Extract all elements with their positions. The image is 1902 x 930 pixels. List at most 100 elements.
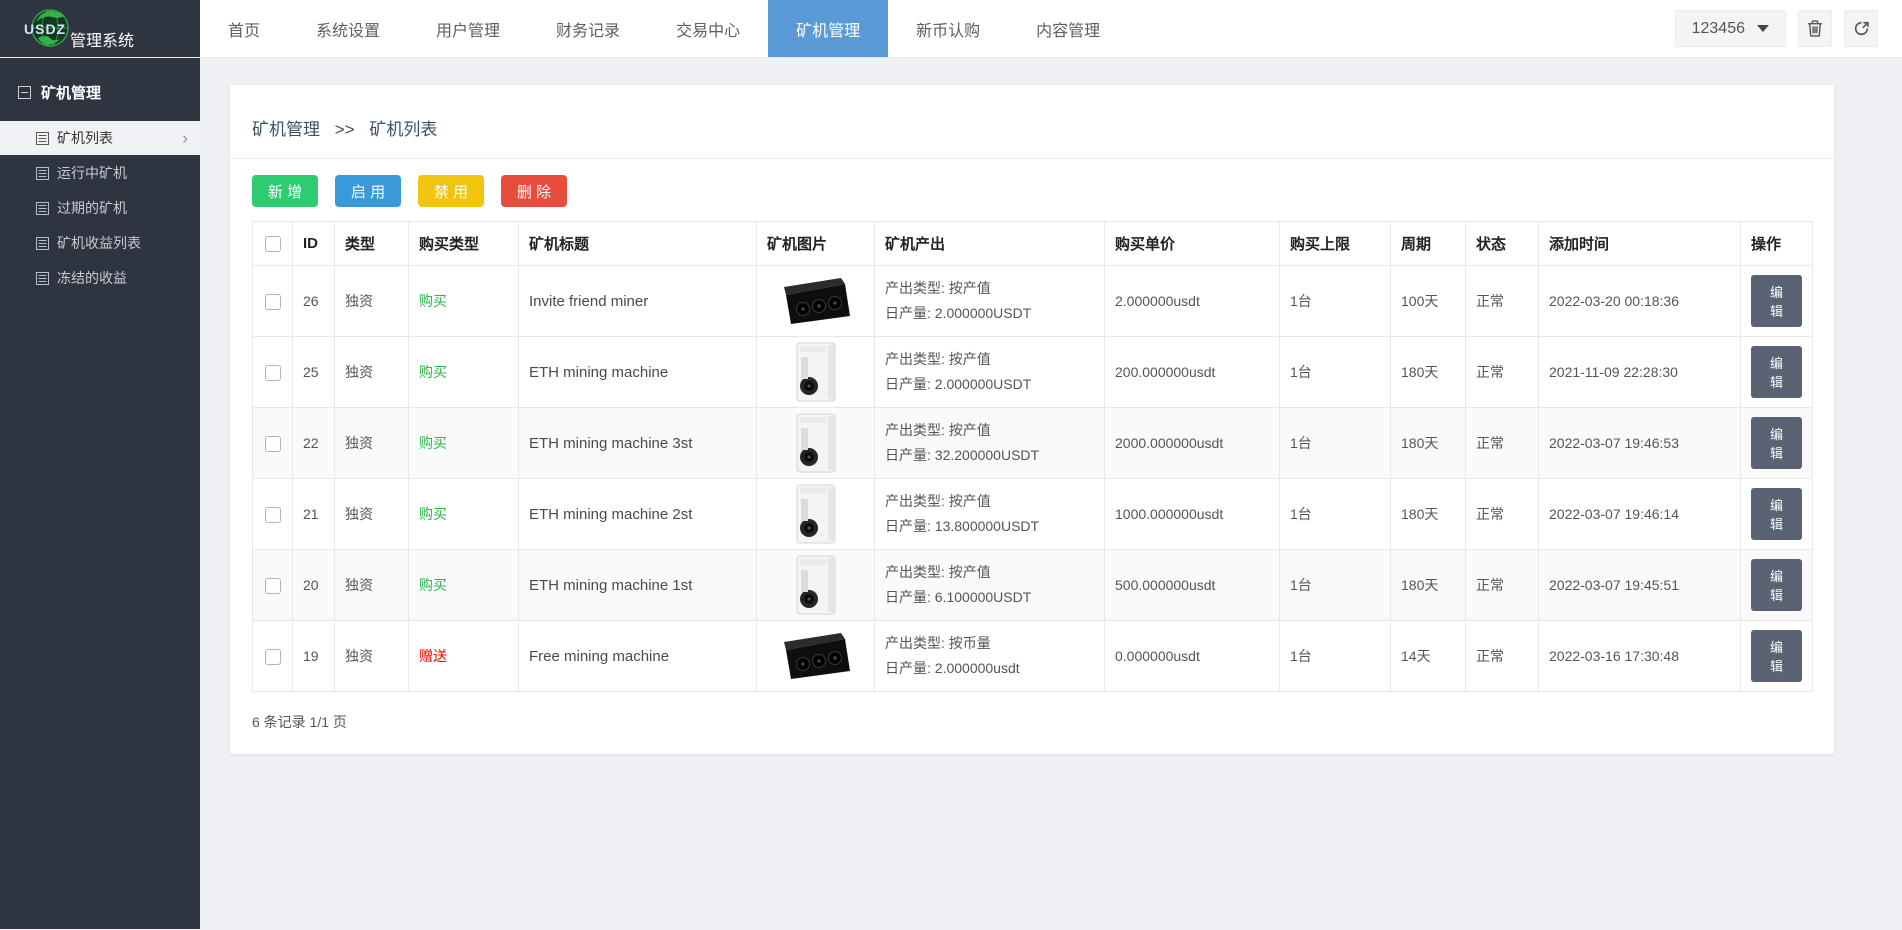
user-menu-button[interactable]: 123456 — [1674, 10, 1786, 47]
header-buy-type: 购买类型 — [408, 221, 519, 266]
logout-icon — [1854, 21, 1869, 36]
cell-buy-type: 赠送 — [419, 648, 447, 664]
row-checkbox[interactable] — [264, 435, 281, 452]
cell-buy-type: 购买 — [419, 506, 447, 522]
cell-price: 200.000000usdt — [1104, 336, 1280, 408]
sidebar-item-label: 矿机列表 — [57, 130, 113, 146]
trash-button[interactable] — [1798, 10, 1832, 47]
toolbar: 新 增 启 用 禁 用 删 除 — [230, 159, 1834, 207]
select-all-checkbox[interactable] — [264, 236, 281, 253]
minus-box-icon — [18, 86, 31, 99]
cell-id: 21 — [292, 478, 335, 550]
cell-limit: 1台 — [1279, 407, 1391, 479]
cell-period: 180天 — [1390, 407, 1466, 479]
sidebar-item-miner-income-list[interactable]: 矿机收益列表 — [0, 226, 200, 260]
nav-item-miner-management[interactable]: 矿机管理 — [768, 0, 889, 57]
cell-buy-type: 购买 — [419, 435, 447, 451]
enable-button[interactable]: 启 用 — [335, 175, 401, 207]
sidebar-item-running-miners[interactable]: 运行中矿机 — [0, 156, 200, 190]
cell-title: Invite friend miner — [518, 265, 757, 337]
nav-item-content-management[interactable]: 内容管理 — [1008, 0, 1128, 57]
sidebar-item-label: 运行中矿机 — [57, 165, 127, 181]
nav-item-new-coin-subscribe[interactable]: 新币认购 — [888, 0, 1008, 57]
cell-output-type: 产出类型: 按币量 — [885, 635, 991, 651]
edit-button[interactable]: 编辑 — [1751, 559, 1802, 611]
row-checkbox[interactable] — [264, 648, 281, 665]
cell-output-type: 产出类型: 按产值 — [885, 493, 991, 509]
miner-image — [767, 408, 864, 478]
cell-id: 22 — [292, 407, 335, 479]
cell-limit: 1台 — [1279, 336, 1391, 408]
cell-type: 独资 — [334, 407, 409, 479]
cell-added-time: 2022-03-07 19:46:14 — [1538, 478, 1741, 550]
disable-button[interactable]: 禁 用 — [418, 175, 484, 207]
main-content: 矿机管理 >> 矿机列表 新 增 启 用 禁 用 删 除 ID 类型 购买类型 … — [200, 58, 1902, 929]
row-checkbox[interactable] — [264, 364, 281, 381]
table-row: 22 独资 购买 ETH mining machine 3st 产出类型: 按产… — [252, 407, 1813, 479]
cell-output-daily: 日产量: 32.200000USDT — [885, 447, 1040, 463]
cell-buy-type: 购买 — [419, 293, 447, 309]
cell-id: 20 — [292, 549, 335, 621]
cell-added-time: 2022-03-20 00:18:36 — [1538, 265, 1741, 337]
list-icon — [36, 236, 49, 250]
miner-list-card: 矿机管理 >> 矿机列表 新 增 启 用 禁 用 删 除 ID 类型 购买类型 … — [230, 85, 1834, 754]
cell-buy-type: 购买 — [419, 364, 447, 380]
cell-title: ETH mining machine — [518, 336, 757, 408]
sidebar-section-miner-management[interactable]: 矿机管理 — [0, 82, 200, 121]
cell-output-daily: 日产量: 13.800000USDT — [885, 518, 1040, 534]
sidebar: 矿机管理 矿机列表 › 运行中矿机 过期的矿机 矿机收益列表 冻结的收益 — [0, 58, 200, 929]
cell-buy-type: 购买 — [419, 577, 447, 593]
sidebar-item-label: 矿机收益列表 — [57, 235, 141, 251]
cell-output-type: 产出类型: 按产值 — [885, 280, 991, 296]
table-row: 19 独资 赠送 Free mining machine 产出类型: 按币量 日… — [252, 620, 1813, 692]
cell-output-daily: 日产量: 6.100000USDT — [885, 589, 1032, 605]
header-id: ID — [292, 221, 335, 266]
header-limit: 购买上限 — [1279, 221, 1391, 266]
miner-image — [767, 337, 864, 407]
cell-price: 2000.000000usdt — [1104, 407, 1280, 479]
sidebar-item-frozen-income[interactable]: 冻结的收益 — [0, 261, 200, 295]
row-checkbox[interactable] — [264, 506, 281, 523]
sidebar-item-expired-miners[interactable]: 过期的矿机 — [0, 191, 200, 225]
logo-abbr: USDZ — [24, 21, 67, 37]
list-icon — [36, 201, 49, 215]
cell-output-daily: 日产量: 2.000000USDT — [885, 305, 1032, 321]
cell-output-daily: 日产量: 2.000000USDT — [885, 376, 1032, 392]
sidebar-item-miner-list[interactable]: 矿机列表 › — [0, 121, 200, 155]
delete-button[interactable]: 删 除 — [501, 175, 567, 207]
edit-button[interactable]: 编辑 — [1751, 346, 1802, 398]
breadcrumb: 矿机管理 >> 矿机列表 — [230, 85, 1834, 159]
edit-button[interactable]: 编辑 — [1751, 275, 1802, 327]
list-icon — [36, 166, 49, 180]
add-button[interactable]: 新 增 — [252, 175, 318, 207]
cell-title: ETH mining machine 3st — [518, 407, 757, 479]
cell-output-type: 产出类型: 按产值 — [885, 351, 991, 367]
cell-added-time: 2022-03-07 19:45:51 — [1538, 549, 1741, 621]
nav-item-home[interactable]: 首页 — [200, 0, 288, 57]
record-summary: 6 条记录 1/1 页 — [252, 714, 347, 730]
user-menu-label: 123456 — [1691, 19, 1745, 37]
cell-status: 正常 — [1465, 478, 1539, 550]
cell-type: 独资 — [334, 549, 409, 621]
edit-button[interactable]: 编辑 — [1751, 417, 1802, 469]
header-image: 矿机图片 — [756, 221, 875, 266]
app-logo: USDZ 管理系统 — [0, 0, 200, 57]
cell-limit: 1台 — [1279, 265, 1391, 337]
row-checkbox[interactable] — [264, 577, 281, 594]
nav-item-trade-center[interactable]: 交易中心 — [648, 0, 768, 57]
edit-button[interactable]: 编辑 — [1751, 488, 1802, 540]
cell-added-time: 2022-03-07 19:46:53 — [1538, 407, 1741, 479]
cell-status: 正常 — [1465, 407, 1539, 479]
nav-item-user-management[interactable]: 用户管理 — [408, 0, 528, 57]
cell-output-type: 产出类型: 按产值 — [885, 422, 991, 438]
nav-item-system-settings[interactable]: 系统设置 — [288, 0, 408, 57]
cell-type: 独资 — [334, 265, 409, 337]
breadcrumb-parent: 矿机管理 — [252, 120, 320, 139]
cell-price: 1000.000000usdt — [1104, 478, 1280, 550]
logo-title: 管理系统 — [70, 33, 135, 50]
nav-item-finance-records[interactable]: 财务记录 — [528, 0, 648, 57]
logout-button[interactable] — [1844, 10, 1878, 47]
cell-id: 26 — [292, 265, 335, 337]
row-checkbox[interactable] — [264, 293, 281, 310]
edit-button[interactable]: 编辑 — [1751, 630, 1802, 682]
